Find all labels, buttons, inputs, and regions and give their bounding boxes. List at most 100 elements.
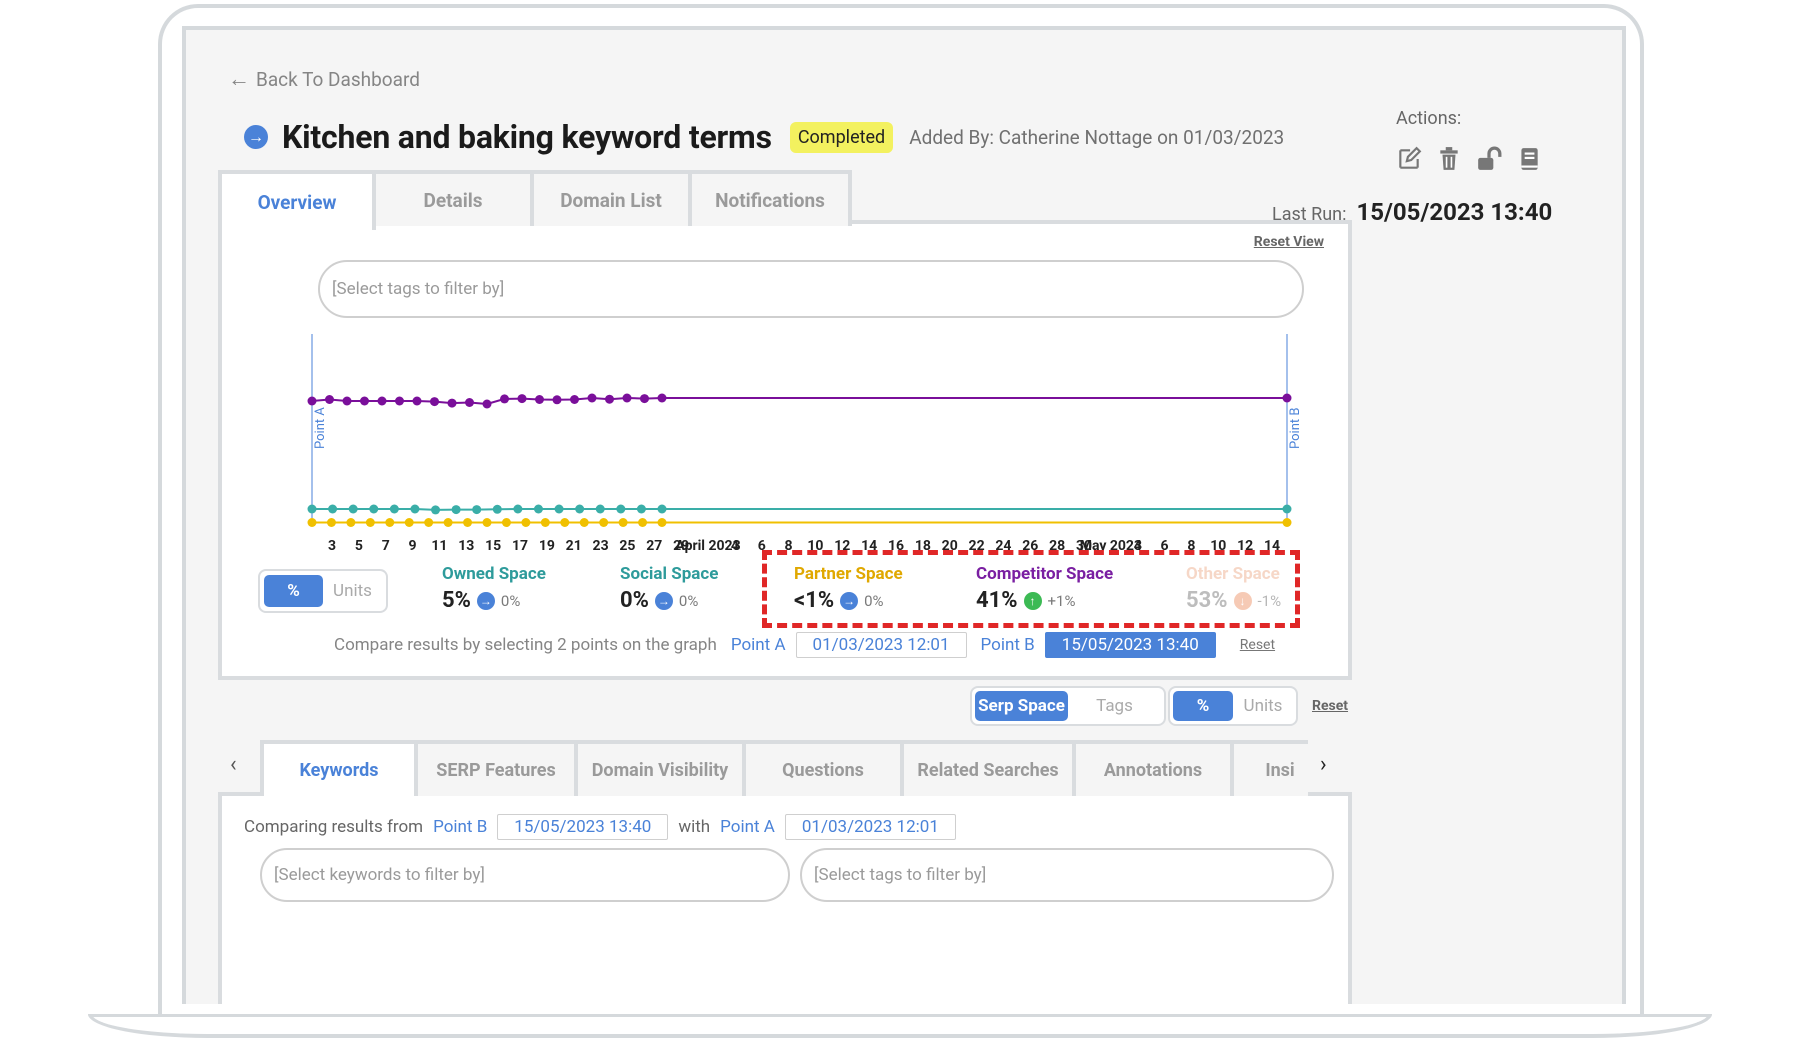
data-point bbox=[1282, 393, 1292, 403]
point-a-label: Point A bbox=[730, 635, 786, 655]
arrow-right-circle-icon: → bbox=[244, 125, 268, 149]
data-point bbox=[552, 395, 562, 405]
edit-icon[interactable] bbox=[1396, 146, 1422, 172]
comparing-with: with bbox=[678, 817, 711, 837]
status-badge: Completed bbox=[789, 121, 894, 153]
data-point bbox=[307, 518, 317, 527]
data-point bbox=[472, 505, 482, 515]
point-b-date[interactable]: 15/05/2023 13:40 bbox=[1044, 632, 1216, 658]
serp-space-button[interactable]: Serp Space bbox=[975, 691, 1068, 721]
tab-domain-list[interactable]: Domain List bbox=[530, 170, 692, 226]
metric-change: 0% bbox=[500, 591, 521, 610]
tab-overview[interactable]: Overview bbox=[218, 170, 376, 230]
main-tabs: Overview Details Domain List Notificatio… bbox=[218, 170, 852, 230]
book-icon[interactable] bbox=[1516, 146, 1542, 172]
data-point bbox=[521, 518, 531, 527]
metric-value: 0% bbox=[620, 588, 649, 613]
data-point bbox=[554, 504, 564, 514]
data-point bbox=[517, 394, 527, 404]
bottom-tabs: Keywords SERP Features Domain Visibility… bbox=[260, 740, 1308, 796]
x-tick-label: 23 bbox=[593, 538, 609, 554]
series-line-competitor-space bbox=[311, 396, 1287, 406]
lower-reset-link[interactable]: Reset bbox=[1312, 698, 1348, 714]
data-point bbox=[431, 505, 441, 515]
x-tick-label: 11 bbox=[431, 538, 447, 554]
data-point bbox=[369, 504, 379, 514]
data-point bbox=[395, 396, 404, 406]
data-point bbox=[636, 504, 646, 514]
keyword-filter-input[interactable]: [Select keywords to filter by] bbox=[260, 848, 790, 902]
data-point bbox=[385, 518, 395, 527]
arrow-right-circle-icon: → bbox=[654, 591, 673, 610]
data-point bbox=[618, 518, 628, 527]
data-point bbox=[463, 518, 473, 527]
data-point bbox=[535, 395, 544, 404]
tags-button[interactable]: Tags bbox=[1068, 691, 1161, 721]
data-point bbox=[500, 394, 509, 404]
units-toggle-button[interactable]: Units bbox=[323, 575, 382, 607]
space-trend-chart[interactable]: Point A Point B3 5 7 9 11 13 15 17 19 21 23 25 27 29Ap… bbox=[302, 334, 1302, 554]
data-point bbox=[622, 393, 632, 403]
data-point bbox=[560, 518, 570, 527]
data-point bbox=[570, 395, 579, 404]
tab-annotations[interactable]: Annotations bbox=[1072, 740, 1234, 796]
compare-reset-link[interactable]: Reset bbox=[1240, 637, 1275, 653]
data-point bbox=[492, 504, 502, 514]
serp-tags-toggle: Serp Space Tags bbox=[970, 686, 1166, 726]
x-tick-label: 27 bbox=[646, 538, 662, 554]
metric-change: 0% bbox=[678, 591, 699, 610]
tab-details[interactable]: Details bbox=[372, 170, 534, 226]
added-by-text: Added By: Catherine Nottage on 01/03/202… bbox=[909, 125, 1285, 149]
chevron-left-icon[interactable]: ‹ bbox=[230, 752, 237, 777]
data-point bbox=[533, 504, 543, 514]
tag-filter-input[interactable]: [Select tags to filter by] bbox=[318, 260, 1304, 318]
tab-domain-visibility[interactable]: Domain Visibility bbox=[574, 740, 746, 796]
comparing-point-b-date[interactable]: 15/05/2023 13:40 bbox=[497, 814, 669, 840]
tab-notifications[interactable]: Notifications bbox=[688, 170, 852, 226]
lower-units-button[interactable]: Units bbox=[1233, 691, 1293, 721]
lower-percent-units-toggle: % Units bbox=[1168, 686, 1298, 726]
x-tick-label: 17 bbox=[512, 538, 528, 554]
x-tick-label: 15 bbox=[485, 538, 501, 554]
data-point bbox=[307, 396, 317, 406]
comparing-row: Comparing results from Point B 15/05/202… bbox=[244, 814, 956, 840]
data-point bbox=[465, 398, 474, 407]
actions-toolbar bbox=[1396, 146, 1542, 172]
comparing-prefix: Comparing results from bbox=[244, 817, 424, 837]
tab-questions[interactable]: Questions bbox=[742, 740, 904, 796]
keyword-tag-filter-input[interactable]: [Select tags to filter by] bbox=[800, 848, 1334, 902]
data-point bbox=[424, 518, 434, 527]
data-point bbox=[513, 504, 523, 514]
tab-keywords[interactable]: Keywords bbox=[260, 740, 418, 796]
trash-icon[interactable] bbox=[1436, 146, 1462, 172]
data-point bbox=[657, 393, 667, 403]
unlock-icon[interactable] bbox=[1476, 146, 1502, 172]
overview-panel: Reset View [Select tags to filter by] Po… bbox=[218, 220, 1352, 680]
reset-view-link[interactable]: Reset View bbox=[1254, 234, 1324, 250]
data-point bbox=[430, 397, 439, 407]
metric-label: Owned Space bbox=[442, 564, 546, 584]
x-tick-label: 9 bbox=[409, 538, 417, 554]
data-point bbox=[443, 518, 453, 527]
data-point bbox=[342, 396, 352, 406]
data-point bbox=[348, 504, 358, 514]
chevron-right-icon[interactable]: › bbox=[1320, 752, 1327, 777]
lower-percent-button[interactable]: % bbox=[1173, 691, 1233, 721]
point-a-date[interactable]: 01/03/2023 12:01 bbox=[795, 632, 967, 658]
compare-row: Compare results by selecting 2 points on… bbox=[334, 632, 1275, 658]
data-point bbox=[595, 504, 605, 514]
data-point bbox=[326, 518, 336, 527]
page-title: Kitchen and baking keyword terms bbox=[282, 118, 772, 156]
percent-toggle-button[interactable]: % bbox=[264, 575, 323, 607]
data-point bbox=[1282, 504, 1292, 514]
tab-serp-features[interactable]: SERP Features bbox=[414, 740, 578, 796]
point-b-marker-label: Point B bbox=[1288, 408, 1302, 449]
tab-insights[interactable]: Insi bbox=[1230, 740, 1308, 796]
back-to-dashboard-link[interactable]: ← Back To Dashboard bbox=[228, 66, 420, 92]
metric-value: 5% bbox=[442, 588, 471, 613]
comparing-point-b-label: Point B bbox=[433, 817, 488, 837]
tab-related-searches[interactable]: Related Searches bbox=[900, 740, 1076, 796]
data-point bbox=[605, 394, 614, 404]
comparing-point-a-date[interactable]: 01/03/2023 12:01 bbox=[784, 814, 956, 840]
x-tick-label: 25 bbox=[619, 538, 635, 554]
